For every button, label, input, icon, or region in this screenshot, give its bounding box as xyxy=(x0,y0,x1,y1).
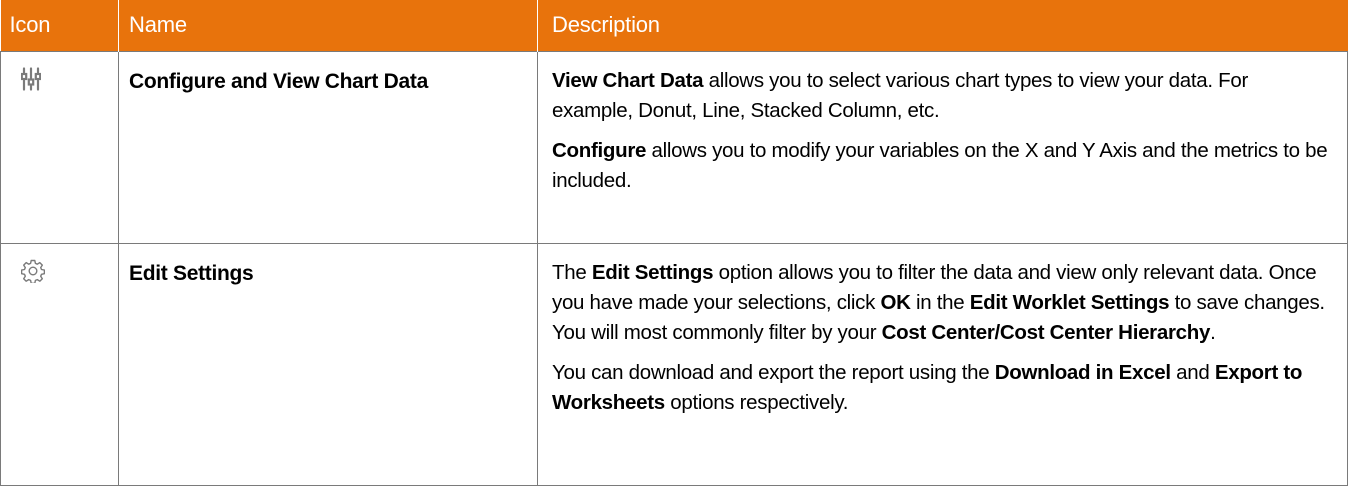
description-text: The xyxy=(552,260,592,284)
term-ok: OK xyxy=(880,290,911,314)
term-download-in-excel: Download in Excel xyxy=(994,360,1171,384)
description-paragraph: You can download and export the report u… xyxy=(552,358,1333,418)
term-edit-worklet-settings: Edit Worklet Settings xyxy=(969,290,1170,314)
term-configure: Configure xyxy=(552,138,647,162)
gear-icon xyxy=(21,259,118,283)
term-edit-settings: Edit Settings xyxy=(591,260,714,284)
description-text: in the xyxy=(910,290,970,314)
reference-table-container: Icon Name Description Configure and View… xyxy=(0,0,1348,487)
description-text: You can download and export the report u… xyxy=(552,360,995,384)
description-paragraph: The Edit Settings option allows you to f… xyxy=(552,258,1333,348)
icon-cell xyxy=(0,50,119,244)
row-name: Configure and View Chart Data xyxy=(118,50,538,244)
row-description: View Chart Data allows you to select var… xyxy=(537,50,1348,244)
header-row: Icon Name Description xyxy=(0,0,1348,51)
table-row: Configure and View Chart Data View Chart… xyxy=(0,50,1348,244)
header-description: Description xyxy=(552,12,660,38)
description-text: options respectively. xyxy=(664,390,849,414)
description-text: and xyxy=(1170,360,1215,384)
icon-cell xyxy=(0,242,119,486)
term-view-chart-data: View Chart Data xyxy=(552,68,704,92)
header-icon: Icon xyxy=(0,0,119,51)
description-paragraph: Configure allows you to modify your vari… xyxy=(552,136,1333,196)
description-paragraph: View Chart Data allows you to select var… xyxy=(552,66,1333,126)
icon-reference-table: Icon Name Description Configure and View… xyxy=(0,0,1348,486)
term-cost-center: Cost Center/Cost Center Hierarchy xyxy=(881,320,1211,344)
table-body: Configure and View Chart Data View Chart… xyxy=(0,50,1348,486)
table-row: Edit Settings The Edit Settings option a… xyxy=(0,242,1348,486)
row-name: Edit Settings xyxy=(118,242,538,486)
description-text: . xyxy=(1210,320,1216,344)
header-name: Name xyxy=(118,0,538,51)
description-text: allows you to modify your variables on t… xyxy=(552,138,1328,192)
chart-config-icon xyxy=(21,66,118,91)
row-description: The Edit Settings option allows you to f… xyxy=(537,242,1348,486)
table-header: Icon Name Description xyxy=(0,0,1348,51)
